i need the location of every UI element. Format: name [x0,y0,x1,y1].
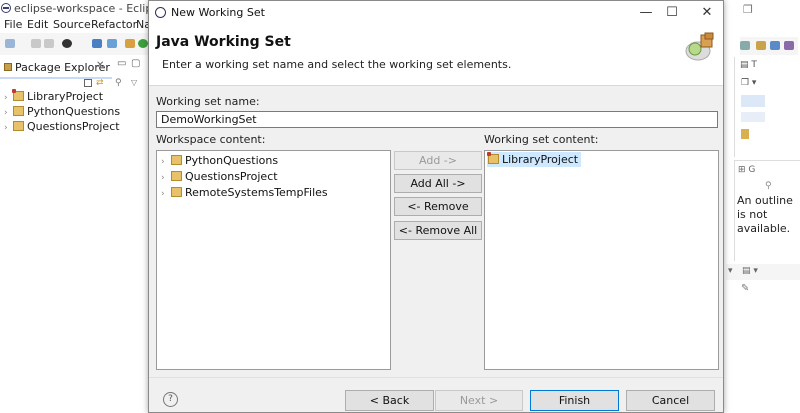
working-set-content-list[interactable]: LibraryProject [484,150,719,370]
minimize-view-icon[interactable]: ▭ [117,58,126,69]
python-project-icon [13,106,24,116]
add-button[interactable]: Add -> [394,151,482,170]
collapse-all-icon[interactable] [84,79,92,87]
maximize-view-icon[interactable]: ▢ [131,58,140,69]
eclipse-window-title: eclipse-workspace - Eclipse [14,2,165,15]
workspace-content-label: Workspace content: [156,133,266,146]
maximize-icon[interactable]: ☐ [657,4,687,22]
open-perspective-icon[interactable] [740,41,750,50]
selected-item[interactable]: LibraryProject [487,152,582,167]
list-item-questionsproject[interactable]: › QuestionsProject [161,170,278,185]
close-tab-icon[interactable]: ✕ [96,60,104,71]
add-all-button[interactable]: Add All -> [394,174,482,193]
workspace-content-list[interactable]: › PythonQuestions › QuestionsProject › Remo… [156,150,391,370]
working-set-name-input[interactable] [156,111,718,128]
eclipse-menubar: File Edit Source Refactor Na [0,17,151,33]
save-icon[interactable] [31,39,41,48]
remove-button[interactable]: <- Remove [394,197,482,216]
filter-icon[interactable]: ⚲ [115,78,122,88]
focus-icon[interactable] [741,112,765,122]
task-list-icon[interactable]: ▤ T [740,60,757,70]
view-menu-icon[interactable]: ▽ [131,78,137,87]
help-icon[interactable]: ? [163,392,178,407]
banner-title: Java Working Set [156,34,291,50]
new-icon[interactable] [5,39,15,48]
expand-arrow-icon[interactable]: › [161,157,171,167]
dialog-title: New Working Set [171,6,265,19]
tree-item-pythonquestions[interactable]: › PythonQuestions [4,105,120,119]
cancel-button[interactable]: Cancel [626,390,715,411]
run-icon[interactable] [138,39,148,48]
python-project-icon [171,155,182,165]
expand-arrow-icon[interactable]: › [161,189,171,199]
new-task-icon[interactable]: ❐ ▾ [741,78,756,88]
outline-filter-icon[interactable]: ⚲ [765,181,772,191]
expand-arrow-icon[interactable]: › [4,108,13,118]
banner-description: Enter a working set name and select the … [162,58,512,71]
menu-refactor[interactable]: Refactor [91,18,137,31]
list-item-pythonquestions[interactable]: › PythonQuestions [161,154,278,169]
terminal-icon[interactable] [92,39,102,48]
skip-breakpoints-icon[interactable] [107,39,117,48]
outline-tab-icon[interactable]: ⊞ G [738,165,755,175]
next-button[interactable]: Next > [435,390,523,411]
project-icon [171,171,182,181]
close-icon[interactable]: ✕ [692,4,722,22]
restore-window-icon[interactable]: ❐ [743,3,753,16]
tree-item-libraryproject[interactable]: › LibraryProject [4,89,103,104]
menu-file[interactable]: File [4,18,22,31]
working-set-wizard-icon [685,32,714,61]
java-perspective-icon[interactable] [770,41,780,50]
finish-button[interactable]: Finish [530,390,619,411]
working-set-name-label: Working set name: [156,95,260,108]
footer-separator [149,377,723,378]
remove-all-button[interactable]: <- Remove All [394,221,482,240]
java-ee-perspective-icon[interactable] [756,41,766,50]
working-set-content-label: Working set content: [484,133,599,146]
display-icon[interactable]: ▤ ▾ [742,266,758,276]
new-working-set-dialog: New Working Set — ☐ ✕ Java Working Set E… [148,0,724,413]
toggle-icon[interactable] [125,39,135,48]
bottom-panel-toolbar: ▾ ▤ ▾ [726,264,800,280]
repository-icon[interactable] [741,129,749,139]
debug-perspective-icon[interactable] [784,41,794,50]
perspective-bar [740,37,798,55]
save-all-icon[interactable] [44,39,54,48]
expand-arrow-icon[interactable]: › [4,123,13,133]
pin-icon[interactable]: ✎ [741,283,749,294]
expand-arrow-icon[interactable]: › [161,173,171,183]
project-icon [13,121,24,131]
java-project-icon [487,152,499,164]
eclipse-toolbar [0,33,148,56]
project-icon [171,187,182,197]
list-item-libraryproject[interactable]: LibraryProject [487,152,582,168]
list-item-remotesystemstempfiles[interactable]: › RemoteSystemsTempFiles [161,186,328,201]
eclipse-logo-icon [155,7,166,18]
link-with-editor-icon[interactable]: ⇄ [96,78,104,88]
view-menu-icon[interactable]: ▾ [728,266,733,276]
task-list-panel: ▤ T ❐ ▾ [734,57,800,157]
debug-icon[interactable] [62,39,72,48]
java-project-icon [12,89,24,101]
expand-arrow-icon[interactable]: › [4,93,13,103]
package-explorer-icon [4,63,12,71]
menu-source[interactable]: Source [53,18,91,31]
tree-item-questionsproject[interactable]: › QuestionsProject [4,120,120,134]
back-button[interactable]: < Back [345,390,434,411]
menu-edit[interactable]: Edit [27,18,48,31]
eclipse-logo-icon [1,3,11,13]
outline-message: An outline is not available. [737,194,793,235]
categorize-icon[interactable] [741,95,765,107]
